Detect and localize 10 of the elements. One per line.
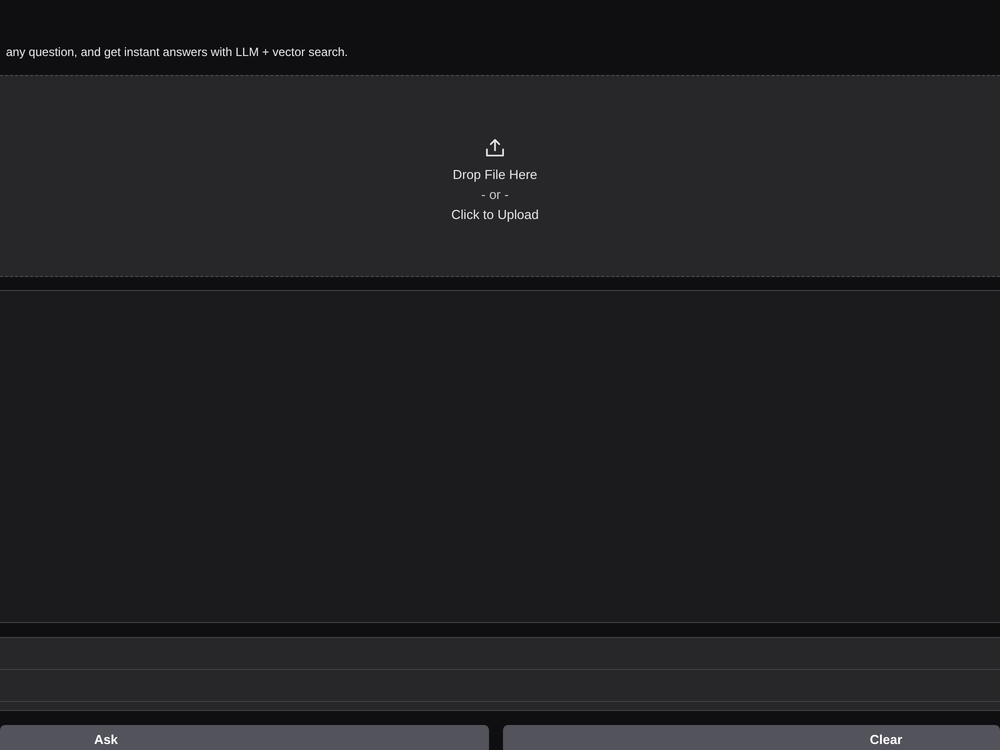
click-to-upload-text: Click to Upload: [451, 206, 539, 224]
description-text: any question, and get instant answers with LLM + vector search.: [5, 44, 348, 60]
drop-file-text: Drop File Here: [452, 166, 538, 184]
input-field[interactable]: [0, 670, 1000, 702]
file-upload-dropzone[interactable]: Drop File Here - or - Click to Upload: [0, 75, 1000, 277]
upload-icon: [485, 138, 505, 157]
separator-text: - or -: [481, 186, 509, 204]
action-button[interactable]: Clear: [503, 725, 1000, 750]
input-field[interactable]: [0, 638, 1000, 670]
action-button[interactable]: Ask: [0, 725, 489, 750]
